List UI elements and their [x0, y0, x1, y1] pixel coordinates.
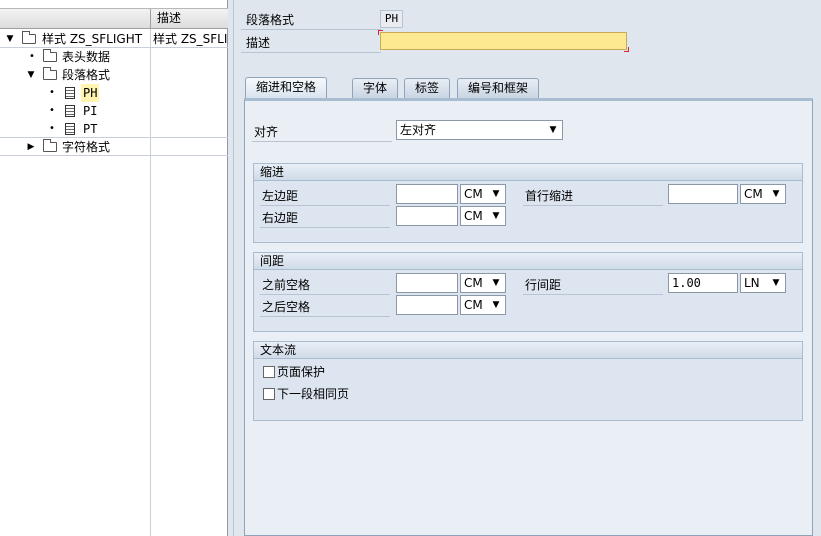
tree-node-label: PH: [81, 84, 100, 102]
expanded-triangle-icon[interactable]: ▼: [26, 66, 36, 84]
folder-icon: [43, 139, 57, 152]
tree-node-label: 表头数据: [62, 50, 111, 64]
tab-indents-spacing[interactable]: 缩进和空格: [245, 77, 328, 99]
first-line-indent-input[interactable]: [668, 184, 738, 204]
tree-node-description: 样式 ZS_SFLI: [153, 32, 228, 46]
alignment-value: 左对齐: [400, 123, 437, 137]
divider: [260, 294, 390, 295]
unit-value: LN: [744, 276, 760, 290]
tree-node-character-formats[interactable]: ▶ 字符格式: [0, 138, 228, 156]
next-paragraph-same-page-label: 下一段相同页: [277, 387, 350, 401]
page-protection-label: 页面保护: [277, 365, 326, 379]
pane-splitter[interactable]: [229, 0, 234, 536]
description-input[interactable]: [378, 30, 629, 52]
tree-column-description[interactable]: 描述: [150, 9, 181, 28]
unit-value: CM: [464, 209, 483, 223]
open-folder-icon: [43, 67, 57, 80]
tab-numbering-outline[interactable]: 编号和框架: [457, 78, 540, 98]
indent-group-title: 缩进: [254, 164, 802, 181]
dropdown-arrow-icon[interactable]: ▼: [769, 186, 783, 202]
dropdown-arrow-icon[interactable]: ▼: [546, 122, 560, 138]
unit-value: CM: [464, 187, 483, 201]
unit-value: CM: [464, 298, 483, 312]
first-line-indent-label: 首行缩进: [525, 189, 574, 203]
description-label: 描述: [246, 36, 271, 50]
divider: [252, 141, 392, 142]
tree-node-paragraph-formats[interactable]: ▼ 段落格式: [0, 66, 228, 84]
tab-font[interactable]: 字体: [352, 78, 399, 98]
left-margin-label: 左边距: [262, 189, 299, 203]
alignment-select[interactable]: 左对齐 ▼: [396, 120, 563, 140]
collapsed-triangle-icon[interactable]: ▶: [26, 138, 36, 155]
unit-value: CM: [464, 276, 483, 290]
unit-value: CM: [744, 187, 763, 201]
tree-node-style[interactable]: ▼ 样式 ZS_SFLIGHT 样式 ZS_SFLI: [0, 30, 228, 48]
paragraph-format-icon: [65, 105, 75, 117]
space-after-label: 之后空格: [262, 300, 311, 314]
line-spacing-label: 行间距: [525, 278, 562, 292]
line-spacing-unit-select[interactable]: LN ▼: [740, 273, 786, 293]
spacing-group-title: 间距: [254, 253, 802, 270]
tree-node-label: 样式 ZS_SFLIGHT: [42, 32, 143, 46]
tree-header: 描述: [0, 8, 228, 29]
textflow-group-title: 文本流: [254, 342, 802, 359]
bullet-icon: •: [49, 87, 55, 98]
alignment-label: 对齐: [254, 125, 279, 139]
right-margin-label: 右边距: [262, 211, 299, 225]
bullet-icon: •: [49, 123, 55, 134]
indent-group: 缩进 左边距 CM ▼ 右边距 CM ▼ 首行缩进 CM ▼: [253, 163, 803, 243]
divider: [241, 52, 381, 53]
paragraph-format-label: 段落格式: [246, 13, 295, 27]
divider: [260, 205, 390, 206]
paragraph-format-icon: [65, 87, 75, 99]
right-margin-input[interactable]: [396, 206, 458, 226]
space-after-unit-select[interactable]: CM ▼: [460, 295, 506, 315]
space-after-input[interactable]: [396, 295, 458, 315]
left-margin-unit-select[interactable]: CM ▼: [460, 184, 506, 204]
bullet-icon: •: [29, 51, 35, 62]
divider: [260, 316, 390, 317]
spacing-group: 间距 之前空格 CM ▼ 之后空格 CM ▼ 行间距 1.00 LN ▼: [253, 252, 803, 332]
tree-node-ph[interactable]: • PH: [0, 84, 228, 102]
space-before-label: 之前空格: [262, 278, 311, 292]
bullet-icon: •: [49, 105, 55, 116]
divider: [260, 227, 390, 228]
left-margin-input[interactable]: [396, 184, 458, 204]
line-spacing-input[interactable]: 1.00: [668, 273, 738, 293]
tree-node-label: 字符格式: [62, 140, 111, 154]
page-protection-checkbox[interactable]: [263, 366, 275, 378]
right-margin-unit-select[interactable]: CM ▼: [460, 206, 506, 226]
divider: [523, 205, 663, 206]
expanded-triangle-icon[interactable]: ▼: [5, 30, 15, 47]
divider: [523, 294, 663, 295]
format-tree: 描述 ▼ 样式 ZS_SFLIGHT 样式 ZS_SFLI • 表头数据 ▼ 段…: [0, 0, 228, 536]
folder-icon: [43, 49, 57, 62]
folder-icon: [22, 31, 36, 44]
format-editor: 段落格式 PH 描述 缩进和空格 字体 标签 编号和框架 对齐 左对齐 ▼ 缩进…: [235, 0, 821, 536]
paragraph-format-icon: [65, 123, 75, 135]
tree-node-header-data[interactable]: • 表头数据: [0, 48, 228, 66]
tree-node-pi[interactable]: • PI: [0, 102, 228, 120]
tab-tabs[interactable]: 标签: [404, 78, 451, 98]
dropdown-arrow-icon[interactable]: ▼: [489, 297, 503, 313]
next-paragraph-same-page-checkbox[interactable]: [263, 388, 275, 400]
divider: [241, 29, 381, 30]
dropdown-arrow-icon[interactable]: ▼: [489, 186, 503, 202]
textflow-group: 文本流 页面保护 下一段相同页: [253, 341, 803, 421]
dropdown-arrow-icon[interactable]: ▼: [489, 208, 503, 224]
tab-panel-indents-spacing: 对齐 左对齐 ▼ 缩进 左边距 CM ▼ 右边距 CM ▼ 首行缩进 CM ▼ …: [244, 98, 813, 536]
space-before-input[interactable]: [396, 273, 458, 293]
dropdown-arrow-icon[interactable]: ▼: [769, 275, 783, 291]
space-before-unit-select[interactable]: CM ▼: [460, 273, 506, 293]
paragraph-format-value: PH: [380, 10, 403, 28]
dropdown-arrow-icon[interactable]: ▼: [489, 275, 503, 291]
tree-node-label: 段落格式: [62, 68, 111, 82]
tree-node-label: PT: [83, 122, 98, 136]
tree-node-pt[interactable]: • PT: [0, 120, 228, 138]
tree-node-label: PI: [83, 104, 98, 118]
first-line-indent-unit-select[interactable]: CM ▼: [740, 184, 786, 204]
